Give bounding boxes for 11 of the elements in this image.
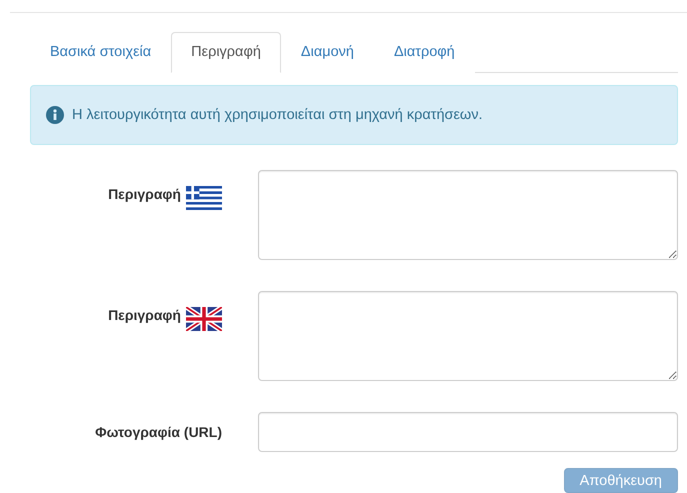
- uk-flag-icon: [186, 307, 222, 331]
- field-label: Περιγραφή: [108, 186, 181, 202]
- field-label: Φωτογραφία (URL): [95, 424, 222, 440]
- greek-flag-icon: [186, 186, 222, 210]
- alert-text: Η λειτουργικότητα αυτή χρησιμοποιείται στη μηχανή κρατήσεων.: [72, 107, 483, 123]
- input-field[interactable]: [258, 412, 678, 452]
- text-area[interactable]: [258, 291, 678, 381]
- text-area[interactable]: [258, 170, 678, 260]
- field-label: Περιγραφή: [108, 307, 181, 323]
- tab[interactable]: Περιγραφή: [171, 32, 281, 73]
- info-icon: [46, 106, 64, 124]
